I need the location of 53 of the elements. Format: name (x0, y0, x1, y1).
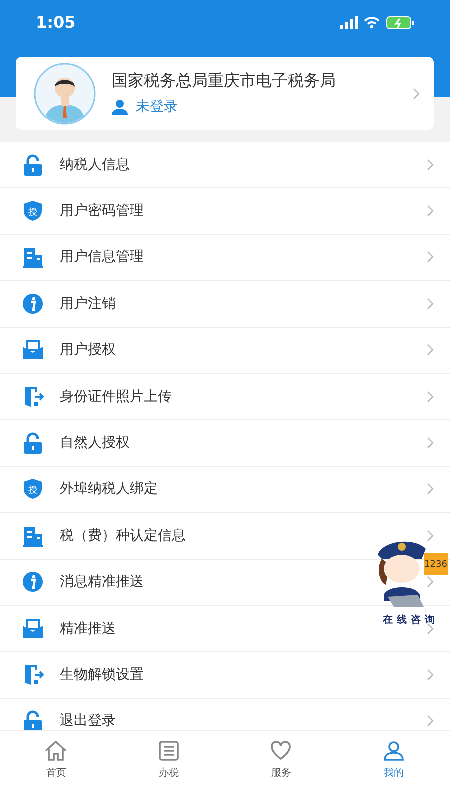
chevron-icon (427, 668, 434, 681)
menu-item[interactable]: 生物解锁设置 (0, 652, 450, 699)
info-icon (22, 571, 44, 594)
heart-icon (269, 739, 294, 763)
avatar-icon (34, 62, 96, 124)
signal-icon (340, 16, 358, 29)
chevron-icon (427, 298, 434, 310)
building-icon (22, 524, 44, 547)
door-icon (22, 664, 44, 686)
person-icon (382, 739, 406, 763)
shield-icon: 授 (22, 478, 44, 500)
nav-tab[interactable]: 办税 (112, 739, 225, 780)
lock-icon (22, 154, 44, 176)
list-icon (156, 739, 181, 763)
profile-card[interactable]: 国家税务总局重庆市电子税务局 未登录 (16, 57, 434, 130)
profile-title: 国家税务总局重庆市电子税务局 (112, 71, 337, 92)
menu-item[interactable]: 用户信息管理 (0, 234, 450, 282)
info-icon (22, 292, 44, 315)
chevron-icon (427, 483, 434, 496)
chevron-icon (427, 576, 434, 588)
chevron-icon (427, 437, 434, 450)
menu-item[interactable]: 用户授权 (0, 328, 450, 374)
nav-tab[interactable]: 服务 (225, 739, 338, 780)
chevron-icon (427, 390, 434, 403)
nav-tab[interactable]: 首页 (0, 739, 112, 780)
chevron-icon (427, 158, 434, 171)
home-icon (44, 739, 68, 763)
wifi-icon (364, 16, 380, 29)
menu-item[interactable]: 身份证件照片上传 (0, 374, 450, 420)
chevron-icon (427, 344, 434, 356)
envelope-icon (22, 339, 44, 362)
lock-icon (22, 432, 44, 454)
assistant-label[interactable]: 在线咨询 (383, 613, 439, 627)
chevron-icon (427, 715, 434, 728)
chevron-icon (427, 251, 434, 264)
status-time: 1:05 (36, 13, 76, 32)
login-status: 未登录 (136, 98, 178, 116)
menu-item[interactable]: 用户注销 (0, 281, 450, 328)
shield-icon: 授 (22, 200, 44, 222)
menu-item[interactable]: 授 外埠纳税人绑定 (0, 466, 450, 514)
menu-item[interactable]: 纳税人信息 (0, 142, 450, 188)
chevron-icon (413, 88, 420, 100)
menu-item[interactable]: 自然人授权 (0, 420, 450, 467)
envelope-icon (22, 618, 44, 640)
chevron-icon (427, 622, 434, 635)
chevron-icon (427, 205, 434, 218)
user-icon (112, 99, 128, 115)
building-icon (22, 246, 44, 268)
chevron-icon (427, 530, 434, 542)
battery-icon (386, 16, 414, 30)
nav-tab[interactable]: 我的 (338, 739, 450, 780)
menu-item[interactable]: 授 用户密码管理 (0, 188, 450, 235)
door-icon (22, 386, 44, 408)
